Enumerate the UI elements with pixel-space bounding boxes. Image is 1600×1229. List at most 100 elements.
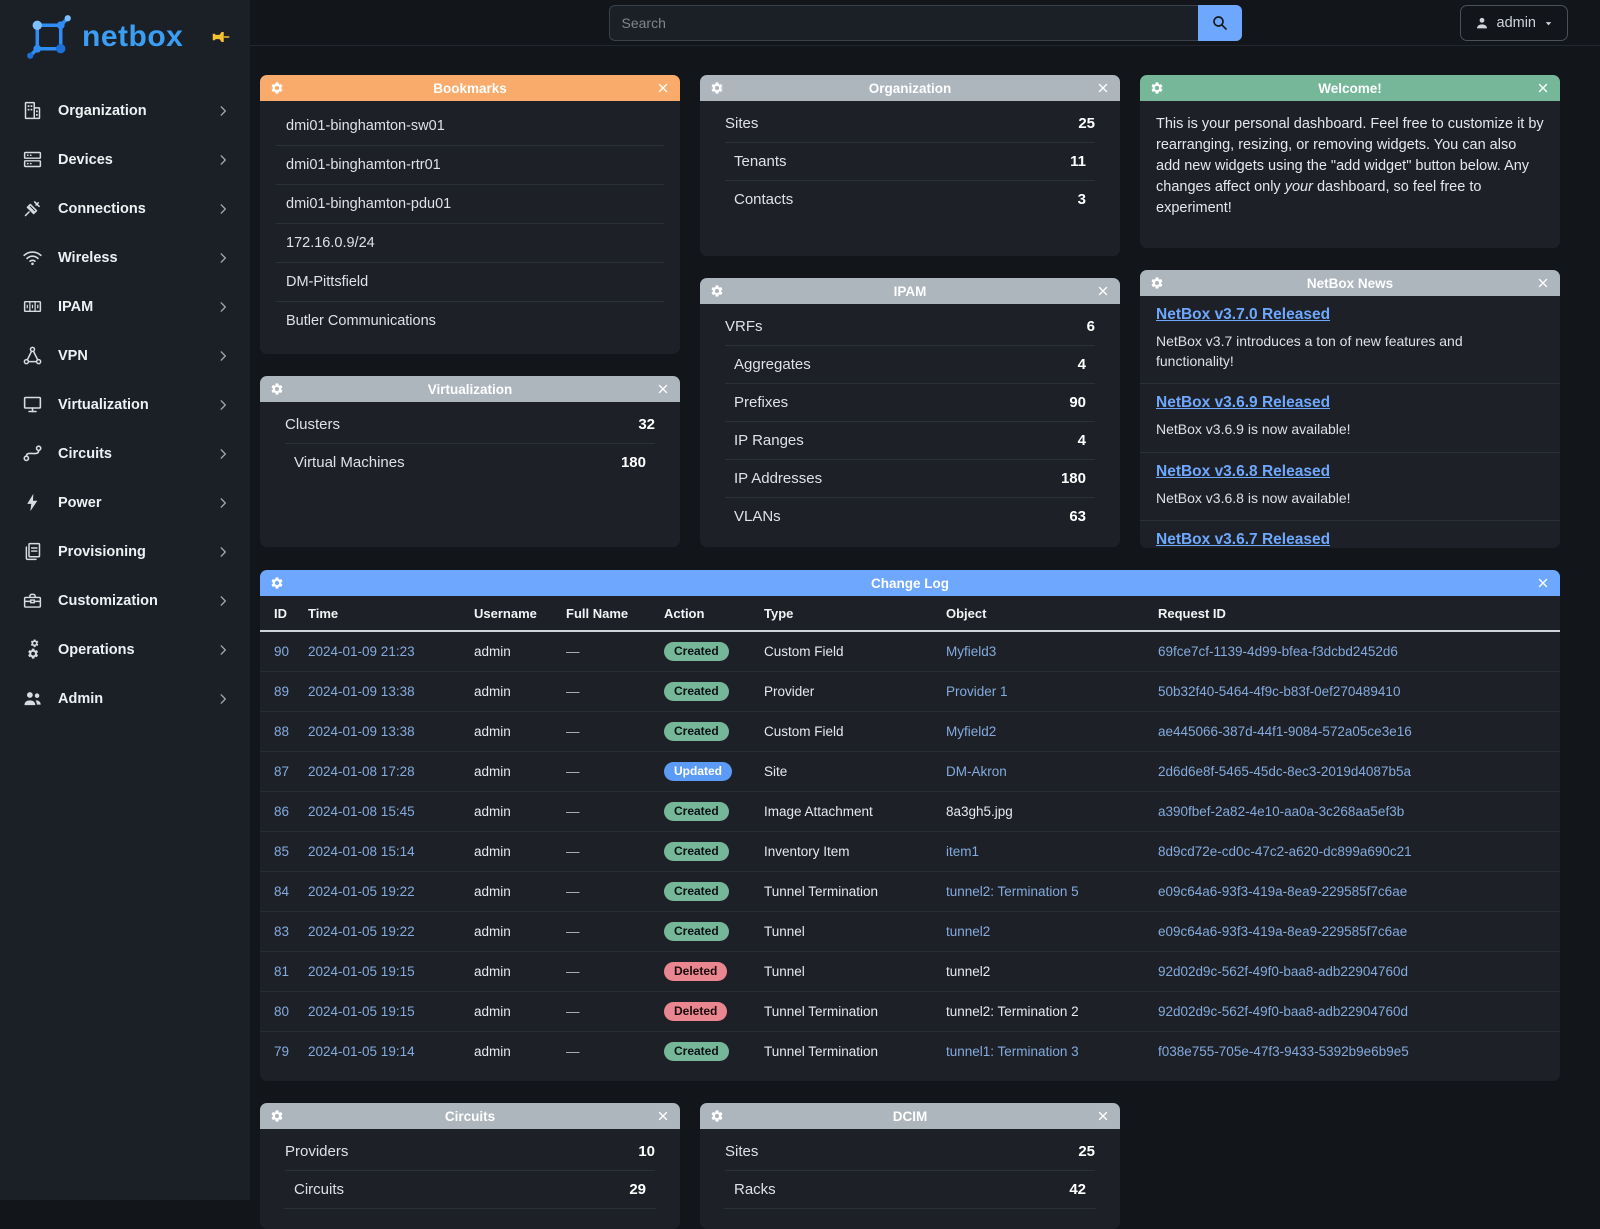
- close-icon[interactable]: [1536, 576, 1550, 590]
- bookmark-item[interactable]: dmi01-binghamton-sw01: [276, 107, 664, 145]
- changelog-request-id-link[interactable]: a390fbef-2a82-4e10-aa0a-3c268aa5ef3b: [1158, 804, 1404, 819]
- gear-icon[interactable]: [270, 1109, 284, 1123]
- changelog-id-link[interactable]: 85: [274, 844, 289, 859]
- changelog-request-id-link[interactable]: e09c64a6-93f3-419a-8ea9-229585f7c6ae: [1158, 884, 1407, 899]
- sidebar-item-wireless[interactable]: Wireless: [0, 233, 250, 282]
- changelog-id-link[interactable]: 88: [274, 724, 289, 739]
- changelog-object-link[interactable]: Myfield3: [946, 644, 996, 659]
- changelog-object-link[interactable]: DM-Akron: [946, 764, 1007, 779]
- stat-label[interactable]: Virtual Machines: [294, 454, 405, 471]
- sidebar-item-customization[interactable]: Customization: [0, 576, 250, 625]
- changelog-id-link[interactable]: 83: [274, 924, 289, 939]
- stat-label[interactable]: Prefixes: [734, 394, 788, 411]
- sidebar-item-organization[interactable]: Organization: [0, 86, 250, 135]
- changelog-time-link[interactable]: 2024-01-05 19:14: [308, 1044, 415, 1059]
- bookmark-item[interactable]: DM-Pittsfield: [276, 262, 664, 301]
- gear-icon[interactable]: [270, 382, 284, 396]
- changelog-id-link[interactable]: 79: [274, 1044, 289, 1059]
- news-link[interactable]: NetBox v3.6.7 Released: [1156, 531, 1330, 548]
- changelog-id-link[interactable]: 90: [274, 644, 289, 659]
- gear-icon[interactable]: [270, 81, 284, 95]
- stat-label[interactable]: Clusters: [285, 416, 340, 433]
- logo-text[interactable]: netbox: [82, 20, 210, 54]
- changelog-id-link[interactable]: 81: [274, 964, 289, 979]
- changelog-request-id-link[interactable]: 8d9cd72e-cd0c-47c2-a620-dc899a690c21: [1158, 844, 1412, 859]
- changelog-request-id-link[interactable]: 92d02d9c-562f-49f0-baa8-adb22904760d: [1158, 964, 1408, 979]
- stat-label[interactable]: Aggregates: [734, 356, 811, 373]
- netbox-logo-icon[interactable]: [24, 12, 74, 62]
- stat-label[interactable]: Tenants: [734, 153, 787, 170]
- close-icon[interactable]: [1536, 276, 1550, 290]
- sidebar-item-ipam[interactable]: IPAM: [0, 282, 250, 331]
- user-menu-button[interactable]: admin: [1460, 5, 1569, 41]
- stat-label[interactable]: IP Ranges: [734, 432, 804, 449]
- gear-icon[interactable]: [710, 1109, 724, 1123]
- changelog-time-link[interactable]: 2024-01-09 21:23: [308, 644, 415, 659]
- stat-label[interactable]: IP Addresses: [734, 470, 822, 487]
- stat-label[interactable]: VLANs: [734, 508, 781, 525]
- close-icon[interactable]: [1536, 81, 1550, 95]
- changelog-object-link[interactable]: tunnel1: Termination 3: [946, 1044, 1079, 1059]
- changelog-request-id-link[interactable]: 92d02d9c-562f-49f0-baa8-adb22904760d: [1158, 1004, 1408, 1019]
- changelog-object-link[interactable]: Provider 1: [946, 684, 1008, 699]
- changelog-request-id-link[interactable]: 69fce7cf-1139-4d99-bfea-f3dcbd2452d6: [1158, 644, 1398, 659]
- close-icon[interactable]: [1096, 1109, 1110, 1123]
- stat-label[interactable]: Racks: [734, 1181, 776, 1198]
- changelog-time-link[interactable]: 2024-01-09 13:38: [308, 724, 415, 739]
- changelog-request-id-link[interactable]: e09c64a6-93f3-419a-8ea9-229585f7c6ae: [1158, 924, 1407, 939]
- pin-sidebar-icon[interactable]: [210, 26, 232, 48]
- gear-icon[interactable]: [710, 81, 724, 95]
- gear-icon[interactable]: [1150, 276, 1164, 290]
- changelog-object-link[interactable]: item1: [946, 844, 979, 859]
- changelog-request-id-link[interactable]: ae445066-387d-44f1-9084-572a05ce3e16: [1158, 724, 1412, 739]
- changelog-time-link[interactable]: 2024-01-05 19:22: [308, 884, 415, 899]
- sidebar-item-virtualization[interactable]: Virtualization: [0, 380, 250, 429]
- changelog-request-id-link[interactable]: 50b32f40-5464-4f9c-b83f-0ef270489410: [1158, 684, 1400, 699]
- stat-label[interactable]: Contacts: [734, 191, 793, 208]
- close-icon[interactable]: [1096, 81, 1110, 95]
- search-input[interactable]: [609, 5, 1198, 41]
- changelog-request-id-link[interactable]: f038e755-705e-47f3-9433-5392b9e6b9e5: [1158, 1044, 1409, 1059]
- sidebar-item-provisioning[interactable]: Provisioning: [0, 527, 250, 576]
- stat-label[interactable]: Circuits: [294, 1181, 344, 1198]
- stat-label[interactable]: VRFs: [725, 318, 763, 335]
- close-icon[interactable]: [656, 1109, 670, 1123]
- sidebar-item-operations[interactable]: Operations: [0, 625, 250, 674]
- bookmark-item[interactable]: 172.16.0.9/24: [276, 223, 664, 262]
- bookmark-item[interactable]: dmi01-binghamton-rtr01: [276, 145, 664, 184]
- changelog-time-link[interactable]: 2024-01-08 15:45: [308, 804, 415, 819]
- changelog-time-link[interactable]: 2024-01-05 19:15: [308, 964, 415, 979]
- stat-label[interactable]: Sites: [725, 1143, 758, 1160]
- search-button[interactable]: [1198, 5, 1242, 41]
- changelog-id-link[interactable]: 87: [274, 764, 289, 779]
- gear-icon[interactable]: [710, 284, 724, 298]
- news-link[interactable]: NetBox v3.7.0 Released: [1156, 306, 1330, 323]
- sidebar-item-admin[interactable]: Admin: [0, 674, 250, 723]
- changelog-object-link[interactable]: Myfield2: [946, 724, 996, 739]
- sidebar-item-devices[interactable]: Devices: [0, 135, 250, 184]
- close-icon[interactable]: [1096, 284, 1110, 298]
- changelog-time-link[interactable]: 2024-01-08 17:28: [308, 764, 415, 779]
- changelog-id-link[interactable]: 86: [274, 804, 289, 819]
- close-icon[interactable]: [656, 81, 670, 95]
- sidebar-item-power[interactable]: Power: [0, 478, 250, 527]
- news-link[interactable]: NetBox v3.6.8 Released: [1156, 463, 1330, 480]
- gear-icon[interactable]: [1150, 81, 1164, 95]
- changelog-id-link[interactable]: 80: [274, 1004, 289, 1019]
- bookmark-item[interactable]: dmi01-binghamton-pdu01: [276, 184, 664, 223]
- gear-icon[interactable]: [270, 576, 284, 590]
- stat-label[interactable]: Providers: [285, 1143, 348, 1160]
- changelog-request-id-link[interactable]: 2d6d6e8f-5465-45dc-8ec3-2019d4087b5a: [1158, 764, 1411, 779]
- stat-label[interactable]: Sites: [725, 115, 758, 132]
- changelog-time-link[interactable]: 2024-01-05 19:22: [308, 924, 415, 939]
- sidebar-item-vpn[interactable]: VPN: [0, 331, 250, 380]
- changelog-id-link[interactable]: 89: [274, 684, 289, 699]
- changelog-time-link[interactable]: 2024-01-08 15:14: [308, 844, 415, 859]
- changelog-time-link[interactable]: 2024-01-09 13:38: [308, 684, 415, 699]
- changelog-id-link[interactable]: 84: [274, 884, 289, 899]
- changelog-object-link[interactable]: tunnel2: Termination 5: [946, 884, 1079, 899]
- bookmark-item[interactable]: Butler Communications: [276, 301, 664, 340]
- changelog-object-link[interactable]: tunnel2: [946, 924, 990, 939]
- close-icon[interactable]: [656, 382, 670, 396]
- sidebar-item-connections[interactable]: Connections: [0, 184, 250, 233]
